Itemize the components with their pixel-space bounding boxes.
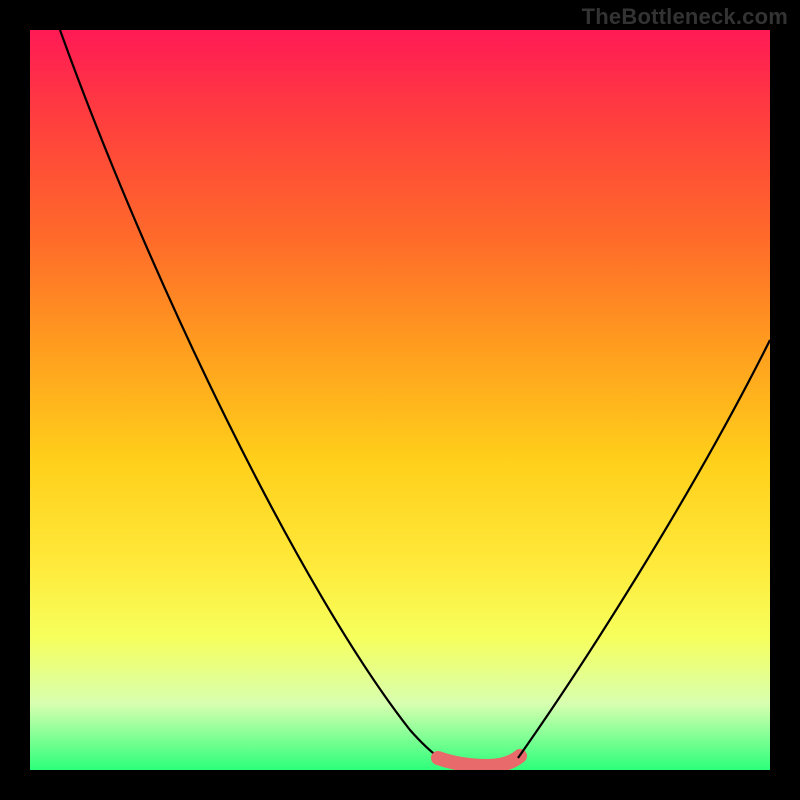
plot-area xyxy=(30,30,770,770)
curve-layer xyxy=(30,30,770,770)
chart-frame: TheBottleneck.com xyxy=(0,0,800,800)
watermark-text: TheBottleneck.com xyxy=(582,4,788,30)
curve-right-branch xyxy=(518,340,770,758)
optimal-range-highlight xyxy=(438,756,520,766)
curve-left-branch xyxy=(60,30,442,760)
